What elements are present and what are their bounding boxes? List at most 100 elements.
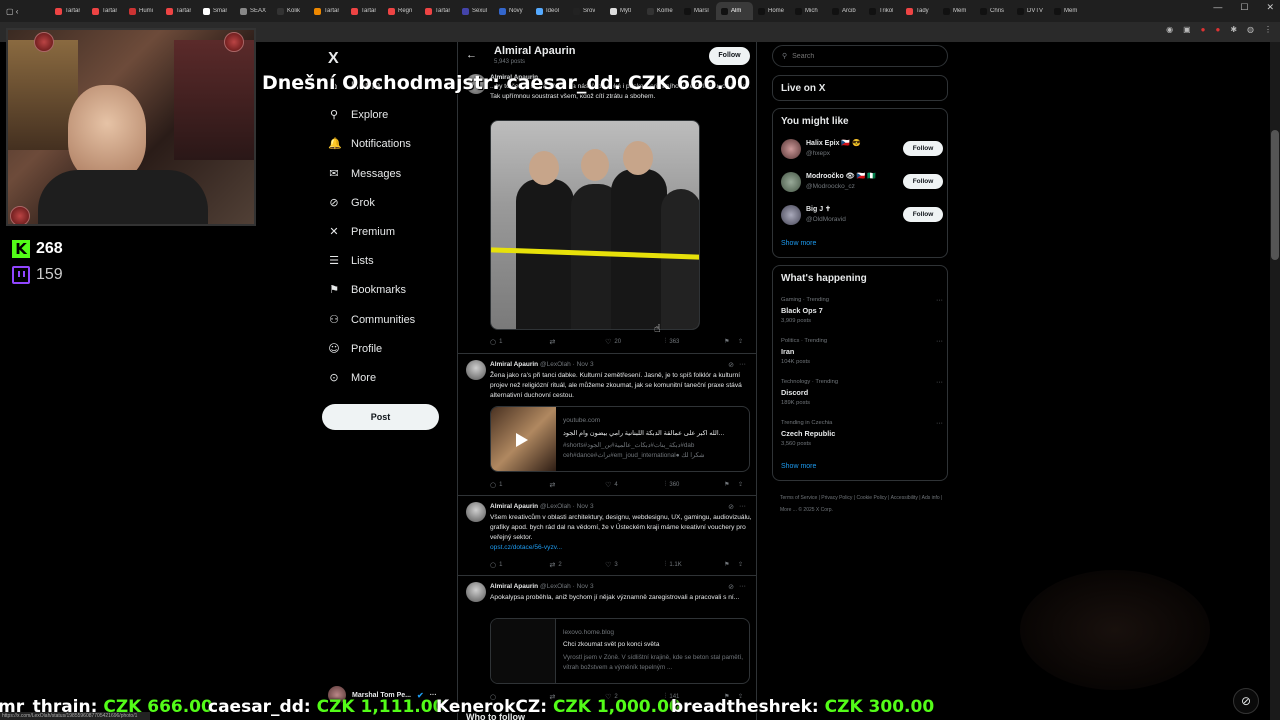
tweet[interactable]: Almiral Apaurin @LexOlah · Nov 3 ⊘ ··· V… — [458, 496, 756, 576]
nav-item-notifications[interactable]: 🔔 Notifications — [328, 138, 411, 151]
search-box[interactable]: ⚲ — [772, 45, 948, 67]
browser-tab[interactable]: Tady — [901, 2, 938, 20]
nav-item-explore[interactable]: ⚲ Explore — [328, 109, 388, 122]
repost-button[interactable]: ⇄ — [550, 337, 606, 346]
nav-item-premium[interactable]: ✕ Premium — [328, 226, 395, 239]
show-more-link[interactable]: Show more — [781, 463, 816, 470]
browser-tab[interactable]: Tartar — [309, 2, 346, 20]
browser-tab[interactable]: Tartar — [346, 2, 383, 20]
grok-chat-button[interactable]: ⊘ — [1233, 688, 1259, 714]
grok-icon[interactable]: ⊘ — [728, 583, 734, 591]
like-button[interactable]: ♡ 20 — [605, 337, 665, 346]
avatar[interactable] — [466, 360, 486, 380]
browser-tab[interactable]: Regn — [383, 2, 420, 20]
browser-tab[interactable]: Tartar — [50, 2, 87, 20]
repost-button[interactable]: ⇄ 2 — [550, 560, 606, 569]
browser-tab[interactable]: Tartar — [87, 2, 124, 20]
avatar[interactable] — [466, 582, 486, 602]
more-icon[interactable]: ··· — [739, 583, 746, 590]
bookmark-icon[interactable]: ⚑ — [724, 480, 738, 489]
post-button[interactable]: Post — [322, 404, 439, 430]
browser-tab[interactable]: Mich — [790, 2, 827, 20]
follow-button[interactable]: Follow — [903, 174, 943, 189]
follow-button[interactable]: Follow — [903, 207, 943, 222]
bookmark-icon[interactable]: ⚑ — [724, 560, 738, 569]
trend-item[interactable]: Technology · Trending Discord 189K posts… — [781, 379, 943, 413]
link-card[interactable]: lexovo.home.blog Chci zkoumat svět po ko… — [490, 618, 750, 684]
browser-tab[interactable]: Sexul — [457, 2, 494, 20]
browser-tab[interactable]: SEAX — [235, 2, 272, 20]
tweet-author[interactable]: Almiral Apaurin @LexOlah · Nov 3 — [490, 583, 594, 590]
x-logo-icon[interactable]: X — [328, 50, 339, 68]
nav-item-profile[interactable]: ☺ Profile — [328, 342, 382, 355]
more-icon[interactable]: ··· — [936, 297, 943, 304]
extension-icon[interactable]: ◉ — [1166, 25, 1173, 34]
more-icon[interactable]: ··· — [739, 361, 746, 368]
maximize-button[interactable]: ☐ — [1240, 2, 1248, 13]
link-card[interactable]: youtube.com الله اكبر على عمالقة الدبكة … — [490, 406, 750, 472]
scrollbar-thumb[interactable] — [1271, 130, 1279, 260]
more-icon[interactable]: ··· — [936, 379, 943, 386]
tab-nav-icons[interactable]: ▢ ‹ — [0, 7, 50, 16]
like-button[interactable]: ♡ 3 — [605, 560, 665, 569]
live-on-x-panel[interactable]: Live on X — [772, 75, 948, 101]
extension-icon[interactable]: ● — [1215, 25, 1220, 34]
suggestion-item[interactable]: Modroočko 👁 🇨🇿 🇳🇬 @Modroocko_cz Follow — [781, 170, 943, 194]
nav-item-messages[interactable]: ✉ Messages — [328, 167, 401, 180]
share-icon[interactable]: ⇪ — [738, 337, 748, 346]
browser-tab[interactable]: Home — [753, 2, 790, 20]
views-button[interactable]: ⫶ 1.1K — [665, 560, 725, 569]
more-icon[interactable]: ··· — [739, 503, 746, 510]
share-icon[interactable]: ⇪ — [738, 560, 748, 569]
browser-tab[interactable]: Srov — [568, 2, 605, 20]
browser-tab[interactable]: Smar — [198, 2, 235, 20]
suggestion-item[interactable]: Big J ✝ @OldMoravid Follow — [781, 203, 943, 227]
extension-icon[interactable]: ▣ — [1183, 25, 1191, 34]
tweet-photo[interactable] — [490, 120, 700, 330]
browser-tab[interactable]: Mem — [938, 2, 975, 20]
minimize-button[interactable]: — — [1213, 2, 1222, 13]
browser-tab[interactable]: DVTV — [1012, 2, 1049, 20]
repost-button[interactable]: ⇄ — [550, 480, 606, 489]
tweet-author[interactable]: Almiral Apaurin @LexOlah · Nov 3 — [490, 503, 594, 510]
grok-icon[interactable]: ⊘ — [728, 503, 734, 511]
browser-tab[interactable]: Tartar — [420, 2, 457, 20]
browser-tab[interactable]: Ideol — [531, 2, 568, 20]
reply-button[interactable]: ○ 1 — [490, 337, 550, 346]
browser-tab[interactable]: Alm — [716, 2, 753, 20]
browser-tab[interactable]: Mýtl — [605, 2, 642, 20]
share-icon[interactable]: ⇪ — [738, 480, 748, 489]
more-icon[interactable]: ··· — [936, 338, 943, 345]
reply-button[interactable]: ○ 1 — [490, 480, 550, 489]
reply-button[interactable]: ○ 1 — [490, 560, 550, 569]
avatar[interactable] — [466, 502, 486, 522]
views-button[interactable]: ⫶ 360 — [665, 480, 725, 489]
follow-button[interactable]: Follow — [903, 141, 943, 156]
trend-item[interactable]: Gaming · Trending Black Ops 7 3,909 post… — [781, 297, 943, 331]
search-input[interactable] — [792, 52, 933, 60]
browser-tab[interactable]: Mem — [1049, 2, 1086, 20]
browser-tab[interactable]: Kome — [642, 2, 679, 20]
browser-tab[interactable]: Tartar — [161, 2, 198, 20]
suggestion-item[interactable]: Halix Epix 🇨🇿 😎 @hxepx Follow — [781, 137, 943, 161]
show-more-link[interactable]: Show more — [781, 240, 816, 247]
follow-button[interactable]: Follow — [709, 47, 750, 65]
extension-icon[interactable]: ● — [1201, 25, 1206, 34]
trend-item[interactable]: Politics · Trending Iran 104K posts ··· — [781, 338, 943, 372]
bookmark-icon[interactable]: ⚑ — [724, 337, 738, 346]
like-button[interactable]: ♡ 4 — [605, 480, 665, 489]
browser-tab[interactable]: Chris — [975, 2, 1012, 20]
nav-item-bookmarks[interactable]: ⚑ Bookmarks — [328, 284, 406, 297]
tweet[interactable]: Almiral Apaurin @LexOlah · Nov 3 ⊘ ··· Ž… — [458, 354, 756, 496]
footer-links[interactable]: Terms of Service | Privacy Policy | Cook… — [780, 492, 950, 516]
browser-tab[interactable]: Kolik — [272, 2, 309, 20]
more-icon[interactable]: ··· — [936, 420, 943, 427]
nav-item-communities[interactable]: ⚇ Communities — [328, 313, 415, 326]
back-arrow-icon[interactable]: ← — [466, 49, 477, 61]
grok-icon[interactable]: ⊘ — [728, 361, 734, 369]
tweet-author[interactable]: Almiral Apaurin @LexOlah · Nov 3 — [490, 361, 594, 368]
profile-icon[interactable]: ◍ — [1247, 25, 1254, 34]
browser-tab[interactable]: Trikol — [864, 2, 901, 20]
browser-tab[interactable]: Humi — [124, 2, 161, 20]
browser-tab[interactable]: Arcib — [827, 2, 864, 20]
